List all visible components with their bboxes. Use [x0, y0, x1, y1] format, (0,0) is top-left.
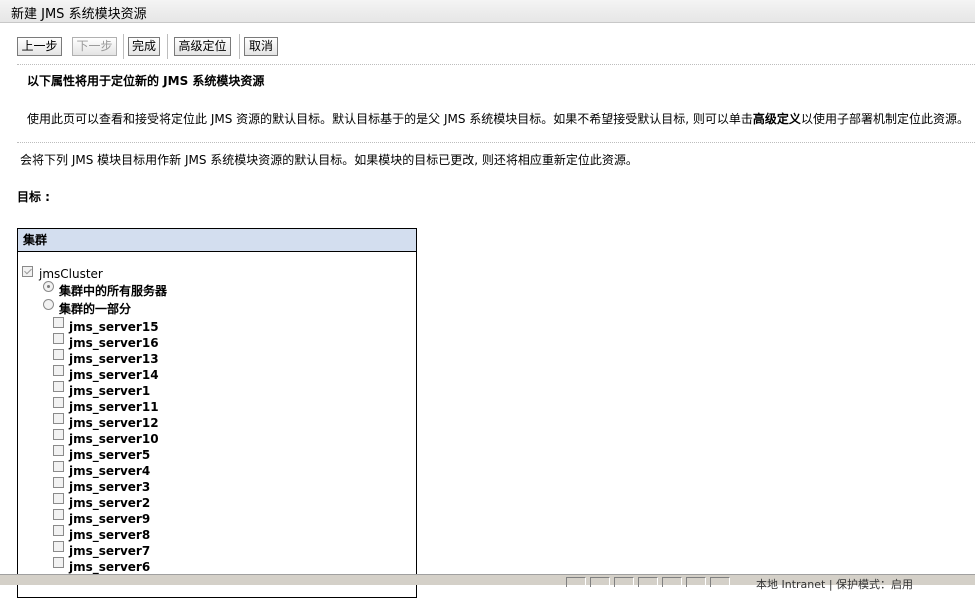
- partial-cluster-label: 集群的一部分: [59, 302, 132, 316]
- page-heading: 以下属性将用于定位新的 JMS 系统模块资源: [27, 74, 265, 88]
- top-divider: [17, 64, 975, 65]
- status-cell: [614, 577, 634, 587]
- cluster-checkbox[interactable]: [22, 266, 33, 277]
- status-cell: [638, 577, 658, 587]
- status-bar: 本地 Intranet | 保护模式：启用: [0, 574, 975, 591]
- status-cell: [686, 577, 706, 587]
- status-cell: [590, 577, 610, 587]
- server-label: jms_server7: [69, 544, 151, 558]
- server-checkbox[interactable]: [53, 349, 64, 360]
- server-checkbox[interactable]: [53, 509, 64, 520]
- server-label: jms_server10: [69, 432, 159, 446]
- server-label: jms_server15: [69, 320, 159, 334]
- description-text: 使用此页可以查看和接受将定位此 JMS 资源的默认目标。默认目标基于的是父 JM…: [27, 112, 753, 126]
- back-button[interactable]: 上一步: [17, 37, 62, 56]
- description-text-end: 以使用子部署机制定位此资源。: [800, 112, 969, 126]
- server-checkbox[interactable]: [53, 365, 64, 376]
- status-cell: [662, 577, 682, 587]
- server-checkbox[interactable]: [53, 461, 64, 472]
- targets-label: 目标 :: [17, 190, 50, 204]
- status-cell: [566, 577, 586, 587]
- server-checkbox[interactable]: [53, 525, 64, 536]
- server-label: jms_server3: [69, 480, 151, 494]
- server-checkbox[interactable]: [53, 397, 64, 408]
- toolbar-separator: [167, 34, 168, 59]
- server-label: jms_server1: [69, 384, 151, 398]
- all-servers-label: 集群中的所有服务器: [59, 284, 168, 298]
- server-checkbox[interactable]: [53, 429, 64, 440]
- status-cell: [710, 577, 730, 587]
- server-checkbox[interactable]: [53, 381, 64, 392]
- cluster-target-panel: 集群 jmsCluster 集群中的所有服务器 集群的一部分 jms_serve…: [17, 228, 417, 598]
- window-title: 新建 JMS 系统模块资源: [11, 7, 147, 22]
- server-label: jms_server14: [69, 368, 159, 382]
- server-label: jms_server6: [69, 560, 151, 574]
- partial-cluster-radio[interactable]: [43, 299, 54, 310]
- finish-button[interactable]: 完成: [128, 37, 160, 56]
- server-label: jms_server2: [69, 496, 151, 510]
- next-button[interactable]: 下一步: [72, 37, 117, 56]
- server-checkbox[interactable]: [53, 333, 64, 344]
- toolbar-separator: [239, 34, 240, 59]
- page-description: 使用此页可以查看和接受将定位此 JMS 资源的默认目标。默认目标基于的是父 JM…: [27, 110, 969, 127]
- cluster-name: jmsCluster: [39, 267, 103, 281]
- advanced-targeting-button[interactable]: 高级定位: [174, 37, 231, 56]
- server-label: jms_server4: [69, 464, 151, 478]
- default-target-info: 会将下列 JMS 模块目标用作新 JMS 系统模块资源的默认目标。如果模块的目标…: [20, 153, 638, 167]
- server-label: jms_server9: [69, 512, 151, 526]
- server-label: jms_server13: [69, 352, 159, 366]
- status-zone-text: 本地 Intranet | 保护模式：启用: [756, 578, 914, 591]
- advanced-definition-text: 高级定义: [752, 112, 801, 126]
- window-titlebar: 新建 JMS 系统模块资源: [0, 0, 975, 23]
- server-checkbox[interactable]: [53, 317, 64, 328]
- server-checkbox[interactable]: [53, 445, 64, 456]
- server-label: jms_server8: [69, 528, 151, 542]
- server-checkbox[interactable]: [53, 557, 64, 568]
- panel-header: 集群: [18, 229, 416, 252]
- server-label: jms_server11: [69, 400, 159, 414]
- all-servers-radio[interactable]: [43, 281, 54, 292]
- toolbar-separator: [123, 34, 124, 59]
- server-label: jms_server5: [69, 448, 151, 462]
- server-checkbox[interactable]: [53, 541, 64, 552]
- server-checkbox[interactable]: [53, 493, 64, 504]
- cancel-button[interactable]: 取消: [244, 37, 278, 56]
- server-checkbox[interactable]: [53, 413, 64, 424]
- section-divider: [17, 142, 975, 143]
- server-checkbox[interactable]: [53, 477, 64, 488]
- server-label: jms_server12: [69, 416, 159, 430]
- server-label: jms_server16: [69, 336, 159, 350]
